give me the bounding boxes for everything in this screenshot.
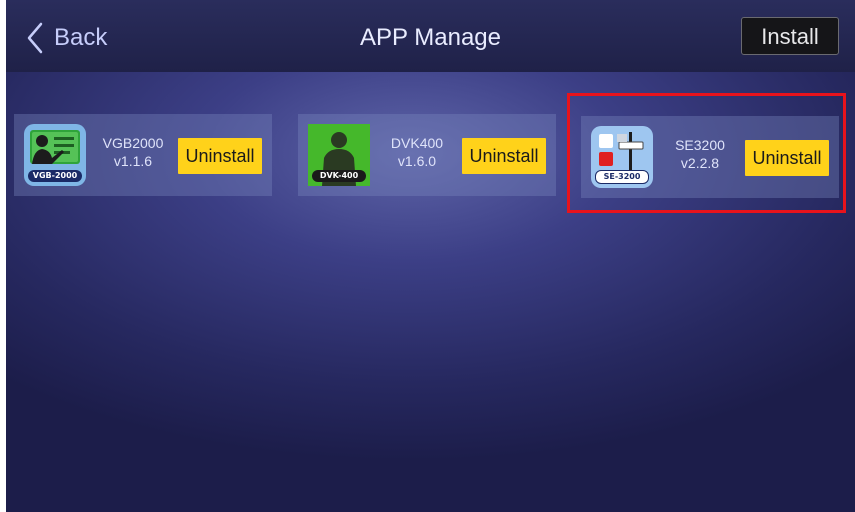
vgb2000-icon-label: VGB-2000 <box>28 170 82 182</box>
top-bar: Back APP Manage Install <box>6 0 855 72</box>
page-title: APP Manage <box>360 24 501 51</box>
app-version: v1.1.6 <box>113 153 153 169</box>
app-name-block: VGB2000 v1.1.6 <box>94 134 172 170</box>
app-name: VGB2000 <box>102 135 164 151</box>
app-version: v1.6.0 <box>397 153 437 169</box>
app-card-dvk400: DVK-400 DVK400 v1.6.0 Uninstall <box>298 114 556 196</box>
app-name: DVK400 <box>390 135 444 151</box>
greenscreen-person-icon[interactable]: DVK-400 <box>308 124 370 186</box>
presenter-board-icon[interactable]: VGB-2000 <box>24 124 86 186</box>
install-button[interactable]: Install <box>741 17 839 55</box>
app-name-block: DVK400 v1.6.0 <box>378 134 456 170</box>
left-frame-edge <box>0 0 6 512</box>
app-card-vgb2000: VGB-2000 VGB2000 v1.1.6 Uninstall <box>14 114 272 196</box>
uninstall-button-dvk400[interactable]: Uninstall <box>462 138 546 174</box>
dvk400-icon-label: DVK-400 <box>312 170 366 182</box>
highlight-box <box>567 93 846 213</box>
uninstall-button-vgb2000[interactable]: Uninstall <box>178 138 262 174</box>
